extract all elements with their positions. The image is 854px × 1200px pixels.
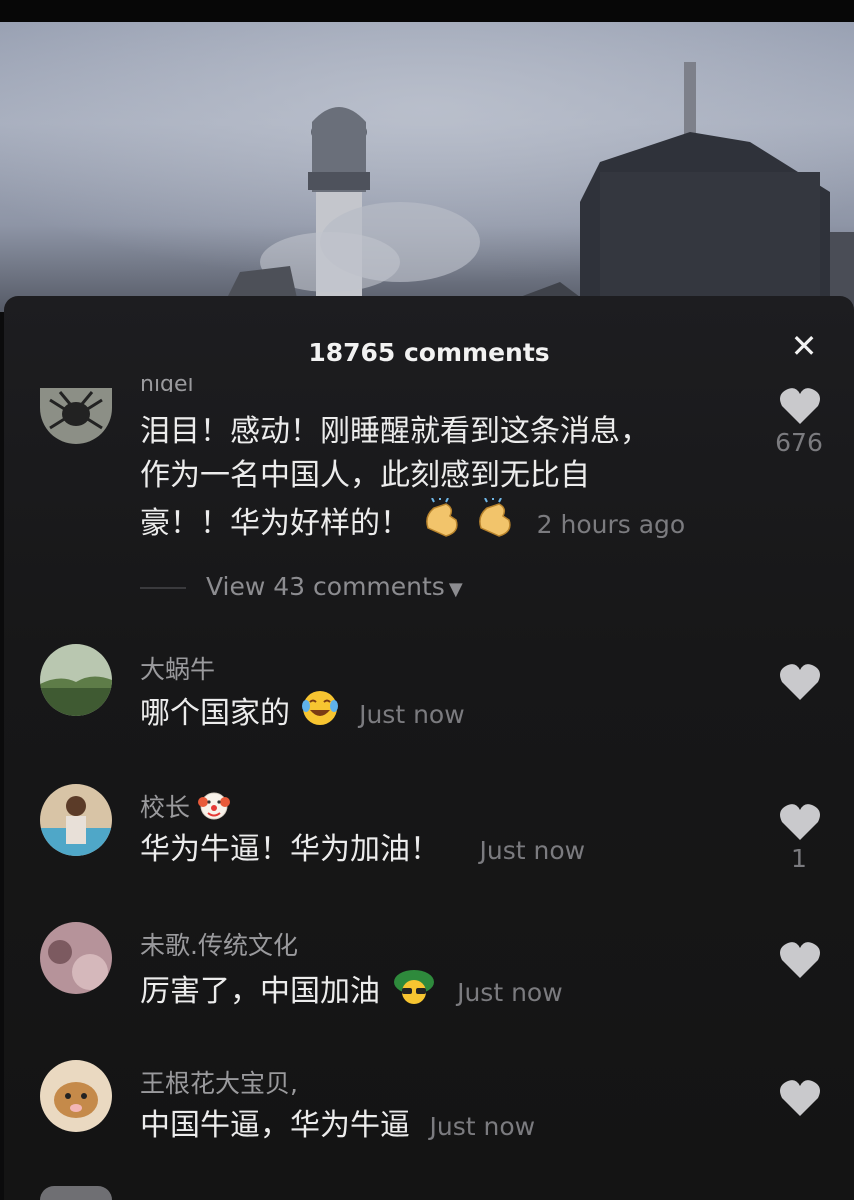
comment-username[interactable]: nigel bbox=[140, 378, 194, 392]
like-count: 1 bbox=[791, 844, 807, 873]
comment-timestamp: Just now bbox=[479, 836, 586, 865]
comment-username[interactable]: 未歌.传统文化 bbox=[140, 926, 298, 962]
clapping-hands-icon bbox=[473, 496, 517, 551]
like-heart-icon[interactable] bbox=[778, 386, 822, 426]
sunglasses-turtle-icon bbox=[390, 966, 438, 1019]
like-count: 676 bbox=[775, 428, 823, 457]
avatar[interactable] bbox=[40, 1060, 112, 1132]
comment-text: 哪个国家的 Just now bbox=[140, 688, 465, 741]
comment-timestamp: Just now bbox=[457, 978, 563, 1007]
avatar[interactable] bbox=[40, 784, 112, 856]
comments-count-title: 18765 comments bbox=[308, 338, 550, 367]
video-background[interactable] bbox=[0, 22, 854, 312]
avatar-person-image bbox=[40, 784, 112, 856]
avatar-blurred-image bbox=[40, 922, 112, 994]
clapping-hands-icon bbox=[420, 496, 464, 551]
avatar[interactable] bbox=[40, 1186, 112, 1200]
comment-timestamp: 2 hours ago bbox=[536, 510, 686, 539]
top-bar bbox=[0, 0, 854, 22]
like-heart-icon[interactable] bbox=[778, 1078, 822, 1118]
comment-text-body: 中国牛逼，华为牛逼 bbox=[140, 1108, 410, 1143]
comment-text: 华为牛逼！华为加油！ Just now bbox=[140, 828, 585, 873]
comment-text: 泪目！感动！刚睡醒就看到这条消息， 作为一名中国人，此刻感到无比自 豪！！华为好… bbox=[140, 410, 740, 551]
comments-panel: 18765 comments ✕ nigel 泪目！感动！刚睡醒就看到这条消息，… bbox=[4, 296, 854, 1200]
avatar[interactable] bbox=[40, 388, 112, 444]
comment-text-line: 豪！！华为好样的！ 2 hours ago bbox=[140, 496, 740, 551]
comment-text-body: 厉害了，中国加油 bbox=[140, 974, 380, 1009]
avatar[interactable] bbox=[40, 922, 112, 994]
comment-text-line: 泪目！感动！刚睡醒就看到这条消息， bbox=[140, 414, 650, 449]
comment-username-text: 校长 bbox=[140, 793, 191, 822]
avatar-spider-image bbox=[40, 388, 112, 444]
like-heart-icon[interactable] bbox=[778, 940, 822, 980]
comment-text-body: 华为牛逼！华为加油！ bbox=[140, 832, 440, 867]
clown-face-icon bbox=[197, 790, 230, 828]
comment-text-body: 哪个国家的 bbox=[140, 696, 290, 731]
close-icon[interactable]: ✕ bbox=[786, 328, 822, 364]
comment-timestamp: Just now bbox=[359, 700, 465, 729]
factory-scene-image bbox=[0, 22, 854, 312]
like-heart-icon[interactable] bbox=[778, 802, 822, 842]
laughing-tears-icon bbox=[300, 688, 340, 741]
comment-username[interactable]: 校长 bbox=[140, 788, 230, 828]
view-replies-label: View 43 comments bbox=[206, 572, 445, 601]
avatar-landscape-image bbox=[40, 644, 112, 716]
avatar-dog-image bbox=[40, 1060, 112, 1132]
avatar[interactable] bbox=[40, 644, 112, 716]
comment-text-line: 作为一名中国人，此刻感到无比自 bbox=[140, 458, 590, 493]
comment-text: 厉害了，中国加油 Just now bbox=[140, 966, 563, 1019]
chevron-down-icon: ▼ bbox=[448, 579, 463, 600]
comment-text-tail: 豪！！华为好样的！ bbox=[140, 506, 410, 541]
divider-line bbox=[140, 587, 186, 589]
comment-username[interactable]: 王根花大宝贝, bbox=[140, 1064, 298, 1100]
like-heart-icon[interactable] bbox=[778, 662, 822, 702]
comment-timestamp: Just now bbox=[429, 1112, 536, 1141]
comment-username[interactable]: 大蜗牛 bbox=[140, 650, 215, 686]
comment-text: 中国牛逼，华为牛逼 Just now bbox=[140, 1104, 535, 1149]
view-replies-link[interactable]: View 43 comments ▼ bbox=[140, 572, 463, 601]
